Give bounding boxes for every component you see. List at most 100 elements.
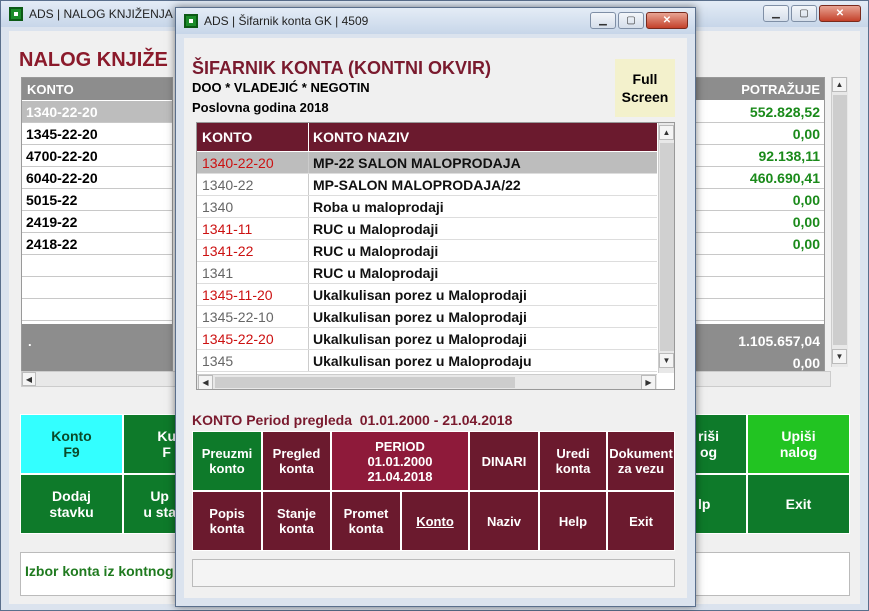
uredi-konta-button[interactable]: Uredi konta	[539, 431, 607, 491]
konto-cell: 4700-22-20	[26, 147, 98, 164]
potrazuje-grid-row[interactable]: 0,00	[696, 189, 824, 211]
konto-table-row[interactable]: 1345 Ukalkulisan porez u Maloprodaju	[197, 350, 657, 372]
col-potrazuje-header: POTRAŽUJE	[696, 78, 824, 100]
konto-grid-row[interactable]: 4700-22-20	[22, 145, 172, 167]
dialog-client: ŠIFARNIK KONTA (KONTNI OKVIR) DOO * VLAD…	[184, 38, 687, 598]
potrazuje-grid-row[interactable]: 460.690,41	[696, 167, 824, 189]
konto-table-row[interactable]: 1340 Roba u maloprodaji	[197, 196, 657, 218]
potrazuje-grid-row[interactable]: 0,00	[696, 233, 824, 255]
potrazuje-grid-row[interactable]: 92.138,11	[696, 145, 824, 167]
period-label: KONTO Period pregleda 01.01.2000 - 21.04…	[192, 412, 513, 428]
potrazuje-grid-row[interactable]: 0,00	[696, 211, 824, 233]
col-konto-header: KONTO	[197, 123, 309, 151]
scroll-left-icon[interactable]: ◀	[22, 372, 36, 386]
konto-table-row[interactable]: 1345-22-10 Ukalkulisan porez u Maloprodaj…	[197, 306, 657, 328]
row-konto-code: 1345-22-20	[197, 328, 309, 349]
main-vscroll[interactable]: ▲ ▼	[831, 77, 848, 367]
konto-table-row[interactable]: 1341 RUC u Maloprodaji	[197, 262, 657, 284]
scroll-down-icon[interactable]: ▼	[832, 349, 847, 364]
table-scroll-left-icon[interactable]: ◀	[198, 375, 213, 389]
dialog-close-button[interactable]: ✕	[646, 12, 688, 29]
stanje-konta-button[interactable]: Stanje konta	[262, 491, 331, 551]
exit-button[interactable]: Exit	[607, 491, 675, 551]
dialog-maximize-button[interactable]: ▢	[618, 12, 644, 29]
preuzmi-konto-button[interactable]: Preuzmi konto	[192, 431, 262, 491]
maximize-button[interactable]: ▢	[791, 5, 817, 22]
konto-table-row[interactable]: 1341-11 RUC u Maloprodaji	[197, 218, 657, 240]
row-konto-naziv: Ukalkulisan porez u Maloprodaju	[313, 352, 532, 369]
fiscal-year: Poslovna godina 2018	[192, 100, 329, 115]
dialog-heading: ŠIFARNIK KONTA (KONTNI OKVIR)	[192, 58, 491, 78]
konto-cell: 5015-22	[26, 191, 78, 208]
konto-table-row[interactable]: 1345-22-20 Ukalkulisan porez u Maloprodaj…	[197, 328, 657, 350]
konto-table-row[interactable]: 1345-11-20 Ukalkulisan porez u Maloprodaj…	[197, 284, 657, 306]
potrazuje-cell: 0,00	[792, 235, 820, 252]
row-konto-naziv: Ukalkulisan porez u Maloprodaji	[313, 286, 527, 303]
sort-naziv-button[interactable]: Naziv	[469, 491, 539, 551]
potrazuje-cell: 0,00	[792, 191, 820, 208]
row-konto-naziv: Ukalkulisan porez u Maloprodaji	[313, 308, 527, 325]
konto-grid-row[interactable]: 5015-22	[22, 189, 172, 211]
konto-cell: 1345-22-20	[26, 125, 98, 142]
potrazuje-grid-row[interactable]: 552.828,52	[696, 101, 824, 123]
konto-grid-row[interactable]: 2419-22	[22, 211, 172, 233]
dodaj-stavku-button[interactable]: Dodaj stavku	[20, 474, 123, 534]
kupi-button[interactable]: Ku F	[123, 414, 183, 474]
potrazuje-grid: POTRAŽUJE 552.828,52 0,00 92.138,11 460.690…	[695, 77, 825, 387]
konto-table: KONTO KONTO NAZIV 1340-22-20 MP-22 SALON …	[196, 122, 675, 390]
help-button-bg[interactable]: lp	[695, 474, 747, 534]
potrazuje-grid-row[interactable]	[696, 299, 824, 321]
konto-grid-row[interactable]: 2418-22	[22, 233, 172, 255]
konto-f9-button[interactable]: Konto F9	[20, 414, 123, 474]
potrazuje-cell: 0,00	[792, 125, 820, 142]
table-scroll-right-icon[interactable]: ▶	[641, 375, 656, 389]
table-scroll-up-icon[interactable]: ▲	[659, 125, 674, 140]
pregled-konta-button[interactable]: Pregled konta	[262, 431, 331, 491]
dialog-app-icon	[184, 14, 198, 28]
close-button[interactable]: ✕	[819, 5, 861, 22]
full-screen-button[interactable]: Full Screen	[615, 59, 675, 117]
konto-grid-row[interactable]	[22, 299, 172, 321]
col-naziv-header: KONTO NAZIV	[313, 129, 410, 145]
konto-grid-row[interactable]	[22, 255, 172, 277]
konto-grid-row[interactable]	[22, 277, 172, 299]
konto-grid-row[interactable]: 6040-22-20	[22, 167, 172, 189]
konto-grid-row[interactable]: 1340-22-20	[22, 101, 172, 123]
promet-konta-button[interactable]: Promet konta	[331, 491, 401, 551]
row-konto-naziv: Roba u maloprodaji	[313, 198, 444, 215]
konto-table-row[interactable]: 1341-22 RUC u Maloprodaji	[197, 240, 657, 262]
potrazuje-cell: 552.828,52	[749, 103, 820, 120]
dialog-titlebar: ADS | Šifarnik konta GK | 4509 ▁ ▢ ✕	[176, 8, 695, 34]
popis-konta-button[interactable]: Popis konta	[192, 491, 262, 551]
table-scroll-down-icon[interactable]: ▼	[659, 353, 674, 368]
table-vscroll[interactable]: ▲ ▼	[658, 123, 674, 373]
table-hscroll[interactable]: ◀ ▶	[197, 374, 657, 389]
sifarnik-dialog: ADS | Šifarnik konta GK | 4509 ▁ ▢ ✕ ŠIF…	[175, 7, 696, 607]
konto-table-row[interactable]: 1340-22 MP-SALON MALOPRODAJA/22	[197, 174, 657, 196]
row-konto-naziv: RUC u Maloprodaji	[313, 264, 439, 281]
potrazuje-grid-row[interactable]	[696, 277, 824, 299]
upisi-dnevnik-button[interactable]: riši og	[695, 414, 747, 474]
konto-table-row[interactable]: 1340-22-20 MP-22 SALON MALOPRODAJA	[197, 152, 657, 174]
dokument-za-vezu-button[interactable]: Dokument za vezu	[607, 431, 675, 491]
row-konto-code: 1345-22-10	[197, 306, 309, 327]
potrazuje-grid-row[interactable]: 0,00	[696, 123, 824, 145]
exit-button-bg[interactable]: Exit	[747, 474, 850, 534]
period-button[interactable]: PERIOD 01.01.2000 21.04.2018	[331, 431, 469, 491]
dialog-title: ADS | Šifarnik konta GK | 4509	[204, 14, 369, 28]
konto-grid-row[interactable]: 1345-22-20	[22, 123, 172, 145]
dinari-button[interactable]: DINARI	[469, 431, 539, 491]
scroll-up-icon[interactable]: ▲	[832, 77, 847, 92]
dialog-minimize-button[interactable]: ▁	[590, 12, 616, 29]
total-1: 1.105.657,04	[738, 333, 820, 349]
minimize-button[interactable]: ▁	[763, 5, 789, 22]
sort-konto-button[interactable]: Konto	[401, 491, 469, 551]
row-konto-code: 1345	[197, 350, 309, 371]
potrazuje-grid-row[interactable]	[696, 255, 824, 277]
upisi-stavku-button[interactable]: Up u sta	[123, 474, 183, 534]
row-konto-code: 1340-22-20	[197, 152, 309, 173]
help-button[interactable]: Help	[539, 491, 607, 551]
sort-konto-label: Konto	[416, 513, 454, 529]
upisi-nalog-button[interactable]: Upiši nalog	[747, 414, 850, 474]
row-konto-code: 1340	[197, 196, 309, 217]
